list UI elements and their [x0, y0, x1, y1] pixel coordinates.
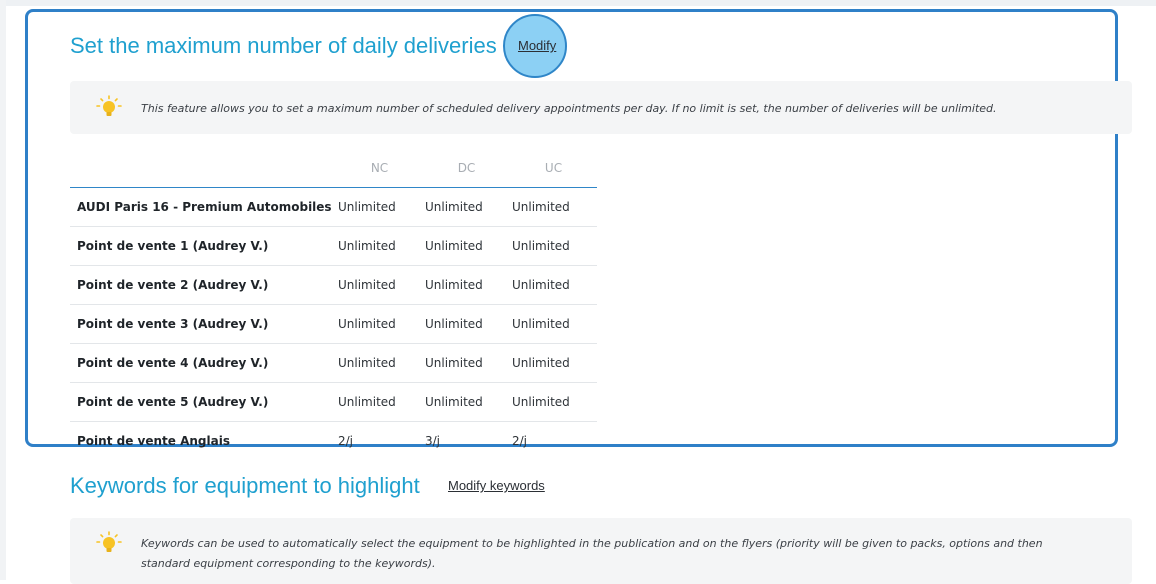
row-nc-value: Unlimited — [336, 382, 423, 422]
top-bar — [0, 0, 1156, 6]
daily-deliveries-table: NC DC UC AUDI Paris 16 - Premium Automob… — [70, 148, 597, 460]
modify-link[interactable]: Modify — [518, 38, 556, 53]
row-nc-value: Unlimited — [336, 304, 423, 344]
row-uc-value: Unlimited — [510, 343, 597, 383]
row-dc-value: Unlimited — [423, 265, 510, 305]
row-nc-value: Unlimited — [336, 226, 423, 266]
row-name: Point de vente 4 (Audrey V.) — [70, 343, 336, 383]
row-nc-value: Unlimited — [336, 343, 423, 383]
table-row: Point de vente 3 (Audrey V.) Unlimited U… — [70, 304, 597, 344]
daily-deliveries-info-text: This feature allows you to set a maximum… — [141, 102, 997, 115]
daily-deliveries-title: Set the maximum number of daily deliveri… — [70, 33, 497, 58]
table-row: Point de vente 5 (Audrey V.) Unlimited U… — [70, 382, 597, 422]
table-row: Point de vente 1 (Audrey V.) Unlimited U… — [70, 226, 597, 266]
row-nc-value: 2/j — [338, 434, 354, 448]
row-uc-value: Unlimited — [510, 187, 597, 227]
row-name: Point de vente Anglais — [77, 434, 230, 448]
row-name: AUDI Paris 16 - Premium Automobiles — [70, 187, 336, 227]
row-uc-value: 2/j — [512, 434, 528, 448]
modify-keywords-link[interactable]: Modify keywords — [448, 478, 545, 493]
lightbulb-icon — [96, 95, 122, 116]
table-row: Point de vente Anglais 2/j 3/j 2/j — [70, 422, 597, 461]
row-nc-value: Unlimited — [336, 187, 423, 227]
row-uc-value: Unlimited — [510, 382, 597, 422]
row-name: Point de vente 2 (Audrey V.) — [70, 265, 336, 305]
table-row: Point de vente 2 (Audrey V.) Unlimited U… — [70, 265, 597, 305]
row-nc-value: Unlimited — [336, 265, 423, 305]
row-uc-value: Unlimited — [510, 226, 597, 266]
table-header-row: NC DC UC — [70, 148, 597, 188]
row-name: Point de vente 3 (Audrey V.) — [70, 304, 336, 344]
keywords-info-box: Keywords can be used to automatically se… — [70, 518, 1132, 584]
left-edge — [0, 0, 6, 580]
header-name-column — [70, 148, 336, 188]
row-name: Point de vente 1 (Audrey V.) — [70, 226, 336, 266]
row-uc-value: Unlimited — [510, 304, 597, 344]
row-dc-value: 3/j — [425, 434, 441, 448]
header-nc: NC — [336, 148, 423, 188]
row-dc-value: Unlimited — [423, 226, 510, 266]
daily-deliveries-info-box: This feature allows you to set a maximum… — [70, 81, 1132, 134]
header-uc: UC — [510, 148, 597, 188]
row-dc-value: Unlimited — [423, 304, 510, 344]
row-dc-value: Unlimited — [423, 187, 510, 227]
lightbulb-icon — [96, 531, 122, 552]
table-row: Point de vente 4 (Audrey V.) Unlimited U… — [70, 343, 597, 383]
row-name: Point de vente 5 (Audrey V.) — [70, 382, 336, 422]
keywords-title: Keywords for equipment to highlight — [70, 473, 420, 498]
row-dc-value: Unlimited — [423, 343, 510, 383]
row-uc-value: Unlimited — [510, 265, 597, 305]
table-row: AUDI Paris 16 - Premium Automobiles Unli… — [70, 187, 597, 227]
header-dc: DC — [423, 148, 510, 188]
keywords-info-text: Keywords can be used to automatically se… — [141, 537, 1043, 570]
row-dc-value: Unlimited — [423, 382, 510, 422]
